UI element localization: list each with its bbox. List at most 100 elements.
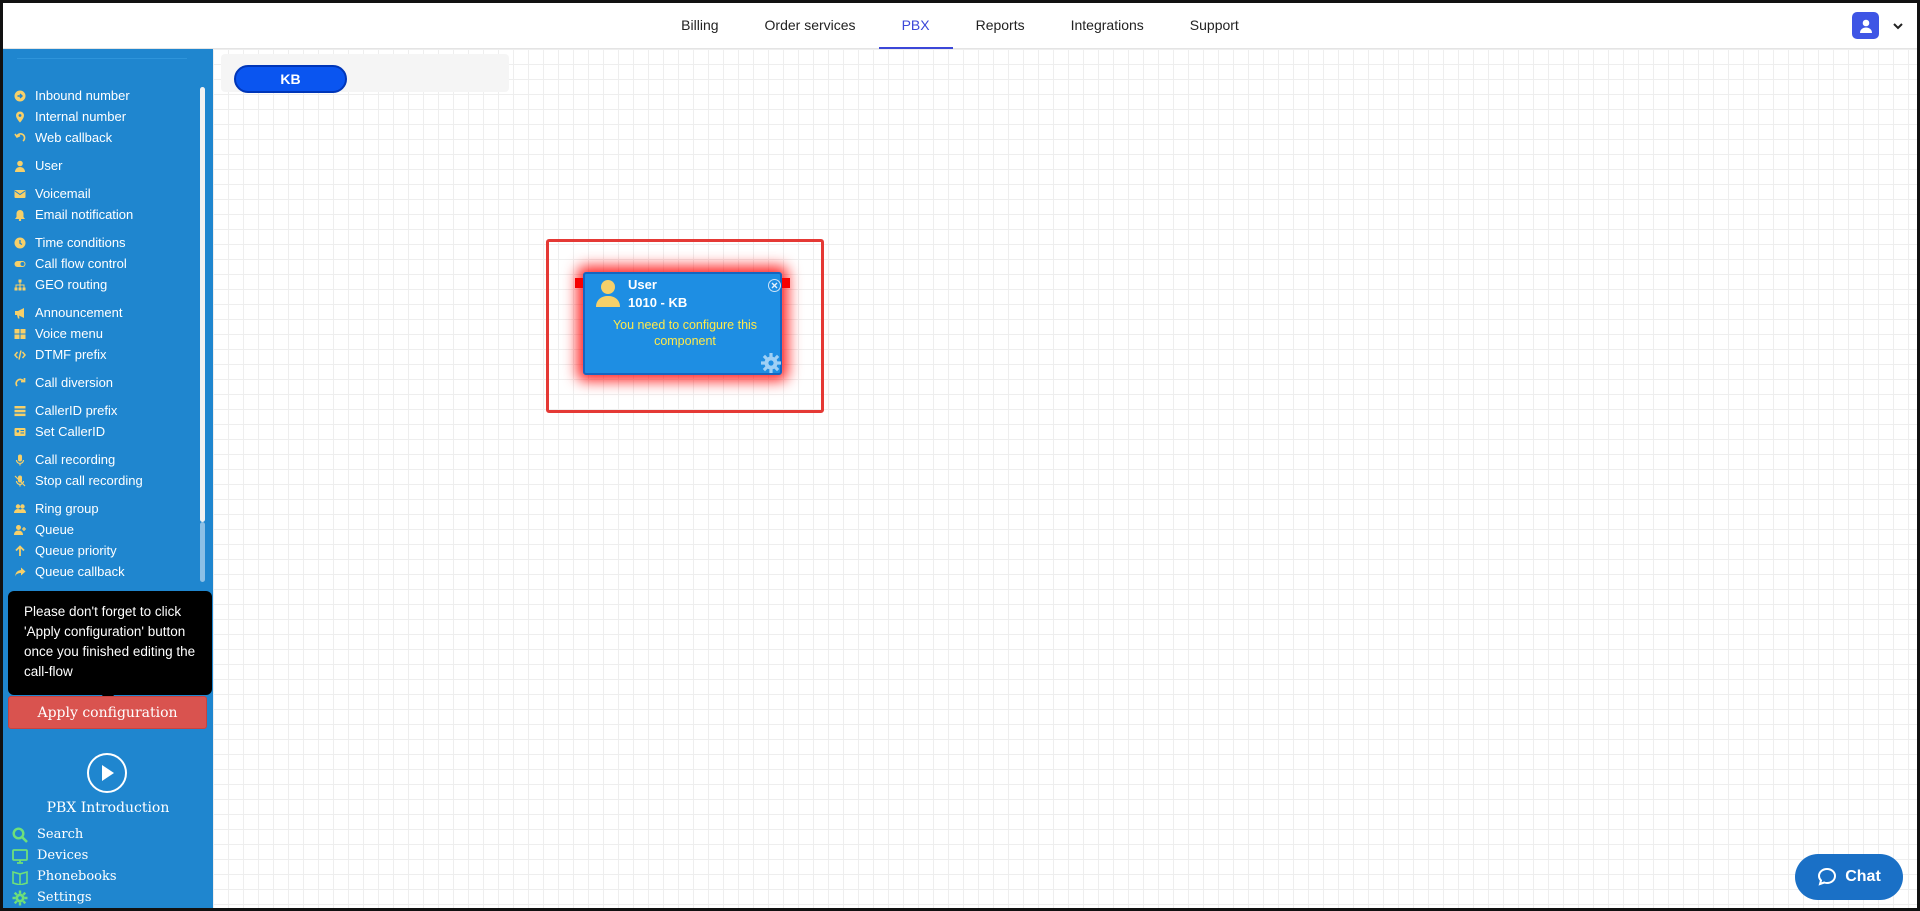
code-icon <box>13 348 26 361</box>
search-link[interactable]: Search <box>11 824 117 845</box>
user-icon <box>596 280 620 307</box>
microphone-icon <box>13 453 26 466</box>
phonebooks-link[interactable]: Phonebooks <box>11 866 117 887</box>
sidebar-item-call-recording[interactable]: Call recording <box>3 449 199 470</box>
sidebar-item-user[interactable]: User <box>3 155 199 176</box>
arrow-up-icon <box>13 544 26 557</box>
tab-support[interactable]: Support <box>1167 3 1262 49</box>
pbx-introduction-link[interactable]: PBX Introduction <box>3 800 213 816</box>
tag-panel: KB <box>221 54 509 93</box>
sidebar-item-queue[interactable]: Queue <box>3 519 199 540</box>
menu-group: Call recording Stop call recording <box>3 449 199 491</box>
phonebooks-link-label: Phonebooks <box>37 869 117 884</box>
share-icon <box>13 565 26 578</box>
tab-billing[interactable]: Billing <box>658 3 741 49</box>
component-menu: Inbound number Internal number Web callbac… <box>3 85 199 585</box>
apply-configuration-button[interactable]: Apply configuration <box>8 696 207 729</box>
app-window: Billing Order services PBX Reports Integ… <box>0 0 1920 911</box>
book-icon <box>11 868 29 886</box>
menu-group: Call diversion <box>3 372 199 393</box>
user-plus-icon <box>13 523 26 536</box>
devices-link[interactable]: Devices <box>11 845 117 866</box>
sidebar-item-label: Email notification <box>35 207 134 222</box>
sidebar-item-announcement[interactable]: Announcement <box>3 302 199 323</box>
grid-icon <box>13 327 26 340</box>
menu-group: CallerID prefix Set CallerID <box>3 400 199 442</box>
node-name: 1010 - KB <box>628 295 688 310</box>
menu-group: Voicemail Email notification <box>3 183 199 225</box>
input-port[interactable] <box>575 278 583 288</box>
sidebar: Inbound number Internal number Web callbac… <box>3 49 213 908</box>
microphone-slash-icon <box>13 474 26 487</box>
bottom-links: Search Devices Phonebooks Settings <box>11 824 117 908</box>
sidebar-item-voicemail[interactable]: Voicemail <box>3 183 199 204</box>
top-nav-tabs: Billing Order services PBX Reports Integ… <box>3 3 1917 49</box>
settings-link-label: Settings <box>37 890 92 905</box>
sidebar-item-email-notification[interactable]: Email notification <box>3 204 199 225</box>
sidebar-item-call-flow-control[interactable]: Call flow control <box>3 253 199 274</box>
menu-group: User <box>3 155 199 176</box>
callflow-canvas[interactable]: KB User 1010 - KB You need to configure … <box>213 49 1917 908</box>
sidebar-item-dtmf-prefix[interactable]: DTMF prefix <box>3 344 199 365</box>
gear-icon <box>11 889 29 907</box>
sidebar-item-label: Call recording <box>35 452 116 467</box>
envelope-icon <box>13 187 26 200</box>
sitemap-icon <box>13 278 26 291</box>
arrow-circle-icon <box>13 89 26 102</box>
sidebar-item-label: User <box>35 158 63 173</box>
sidebar-item-label: Announcement <box>35 305 123 320</box>
gear-icon[interactable] <box>760 352 782 374</box>
list-icon <box>13 404 26 417</box>
chevron-down-icon[interactable] <box>1891 19 1905 33</box>
sidebar-item-label: DTMF prefix <box>35 347 107 362</box>
sidebar-item-queue-callback[interactable]: Queue callback <box>3 561 199 582</box>
monitor-icon <box>11 847 29 865</box>
sidebar-item-call-diversion[interactable]: Call diversion <box>3 372 199 393</box>
tab-order-services[interactable]: Order services <box>742 3 879 49</box>
tab-integrations[interactable]: Integrations <box>1048 3 1167 49</box>
output-port[interactable] <box>782 278 790 288</box>
search-link-label: Search <box>37 827 84 842</box>
sidebar-item-label: Stop call recording <box>35 473 143 488</box>
sidebar-item-internal-number[interactable]: Internal number <box>3 106 199 127</box>
sidebar-item-time-conditions[interactable]: Time conditions <box>3 232 199 253</box>
sidebar-item-callerid-prefix[interactable]: CallerID prefix <box>3 400 199 421</box>
node-warning: You need to configure this component <box>612 318 758 348</box>
sidebar-item-label: Queue callback <box>35 564 125 579</box>
sidebar-item-label: Time conditions <box>35 235 126 250</box>
scrollbar-thumb[interactable] <box>200 87 205 522</box>
sidebar-item-label: CallerID prefix <box>35 403 118 418</box>
search-icon <box>11 826 29 844</box>
sidebar-item-label: Queue priority <box>35 543 117 558</box>
sidebar-item-label: Inbound number <box>35 88 130 103</box>
chat-button[interactable]: Chat <box>1795 854 1903 900</box>
top-navigation-bar: Billing Order services PBX Reports Integ… <box>3 3 1917 49</box>
user-icon <box>1859 19 1872 33</box>
sidebar-item-inbound-number[interactable]: Inbound number <box>3 85 199 106</box>
user-avatar-button[interactable] <box>1852 12 1879 39</box>
tab-reports[interactable]: Reports <box>953 3 1048 49</box>
redo-icon <box>13 376 26 389</box>
clock-icon <box>13 236 26 249</box>
menu-group: Inbound number Internal number Web callbac… <box>3 85 199 148</box>
toggle-icon <box>13 257 26 270</box>
divider <box>17 58 187 59</box>
sidebar-item-geo-routing[interactable]: GEO routing <box>3 274 199 295</box>
tab-pbx[interactable]: PBX <box>878 3 953 49</box>
user-icon <box>13 159 26 172</box>
sidebar-item-stop-call-recording[interactable]: Stop call recording <box>3 470 199 491</box>
undo-icon <box>13 131 26 144</box>
sidebar-item-ring-group[interactable]: Ring group <box>3 498 199 519</box>
sidebar-item-queue-priority[interactable]: Queue priority <box>3 540 199 561</box>
menu-group: Time conditions Call flow control GEO rout… <box>3 232 199 295</box>
user-component-node[interactable]: User 1010 - KB You need to configure thi… <box>583 272 782 375</box>
kb-tag-button[interactable]: KB <box>234 65 347 93</box>
sidebar-item-voice-menu[interactable]: Voice menu <box>3 323 199 344</box>
settings-link[interactable]: Settings <box>11 887 117 908</box>
sidebar-item-set-callerid[interactable]: Set CallerID <box>3 421 199 442</box>
megaphone-icon <box>13 306 26 319</box>
sidebar-item-web-callback[interactable]: Web callback <box>3 127 199 148</box>
close-icon[interactable] <box>768 279 781 292</box>
chat-bubble-icon <box>1818 867 1837 886</box>
pbx-intro-play-button[interactable] <box>87 753 127 793</box>
